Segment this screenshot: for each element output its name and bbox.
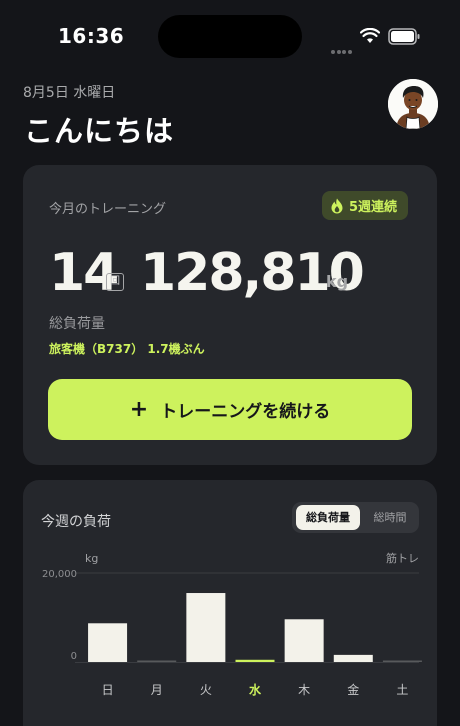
streak-badge: 5週連続 <box>322 191 409 220</box>
load-comparison: 旅客機（B737） 1.7機ぶん <box>49 342 205 356</box>
wifi-icon <box>360 28 380 43</box>
weekly-bar-chart: kg 筋トレ 20,000 0 日 月 火 水 木 金 土 <box>42 551 422 697</box>
bar-5 <box>333 654 373 662</box>
y-tick-label: 20,000 <box>42 569 77 580</box>
date-label: 8月5日 水曜日 <box>23 85 116 101</box>
bar-2 <box>186 593 226 662</box>
cellular-signal-icon <box>331 39 353 54</box>
session-unit: 回 <box>106 273 124 291</box>
weekly-card-title: 今週の負荷 <box>41 514 111 530</box>
monthly-training-card: 今月のトレーニング 5週連続 14 回 128,810 kg 総負荷量 旅客機（… <box>23 165 437 465</box>
load-unit: kg <box>326 272 349 291</box>
avatar-illustration <box>388 79 438 129</box>
status-time: 16:36 <box>58 24 125 48</box>
weekly-load-card: 今週の負荷 総負荷量 総時間 kg 筋トレ 20,000 0 日 月 火 水 木 金 土 <box>23 480 437 726</box>
x-tick-label: 土 <box>396 683 408 697</box>
avatar[interactable] <box>388 79 438 129</box>
battery-icon <box>388 28 420 45</box>
bar-4 <box>284 619 324 662</box>
plus-icon: + <box>129 396 149 422</box>
y-unit-label: kg <box>85 552 98 565</box>
segment-total-time[interactable]: 総時間 <box>364 505 416 530</box>
continue-training-label: トレーニングを続ける <box>160 402 331 422</box>
dynamic-island <box>158 15 302 58</box>
streak-text: 5週連続 <box>349 200 398 215</box>
total-load-label: 総負荷量 <box>49 316 105 332</box>
metric-segmented-control: 総負荷量 総時間 <box>292 502 419 533</box>
x-tick-label: 日 <box>102 683 114 697</box>
segment-total-load[interactable]: 総負荷量 <box>296 505 360 530</box>
flame-icon <box>331 198 343 213</box>
x-tick-label: 木 <box>298 683 310 697</box>
bar-1 <box>137 660 177 662</box>
x-tick-label: 月 <box>151 683 163 697</box>
x-tick-label: 金 <box>347 682 359 697</box>
bar-0 <box>88 623 128 662</box>
chart-right-label: 筋トレ <box>386 551 419 565</box>
y-tick-label: 0 <box>71 651 77 662</box>
x-tick-label: 火 <box>200 683 212 697</box>
greeting-title: こんにちは <box>24 114 175 148</box>
monthly-card-label: 今月のトレーニング <box>49 202 167 217</box>
bar-6 <box>382 660 422 662</box>
x-tick-label: 水 <box>249 682 262 697</box>
bar-3 <box>235 659 275 662</box>
continue-training-button[interactable]: + トレーニングを続ける <box>48 379 412 440</box>
status-bar: 16:36 <box>0 0 460 72</box>
